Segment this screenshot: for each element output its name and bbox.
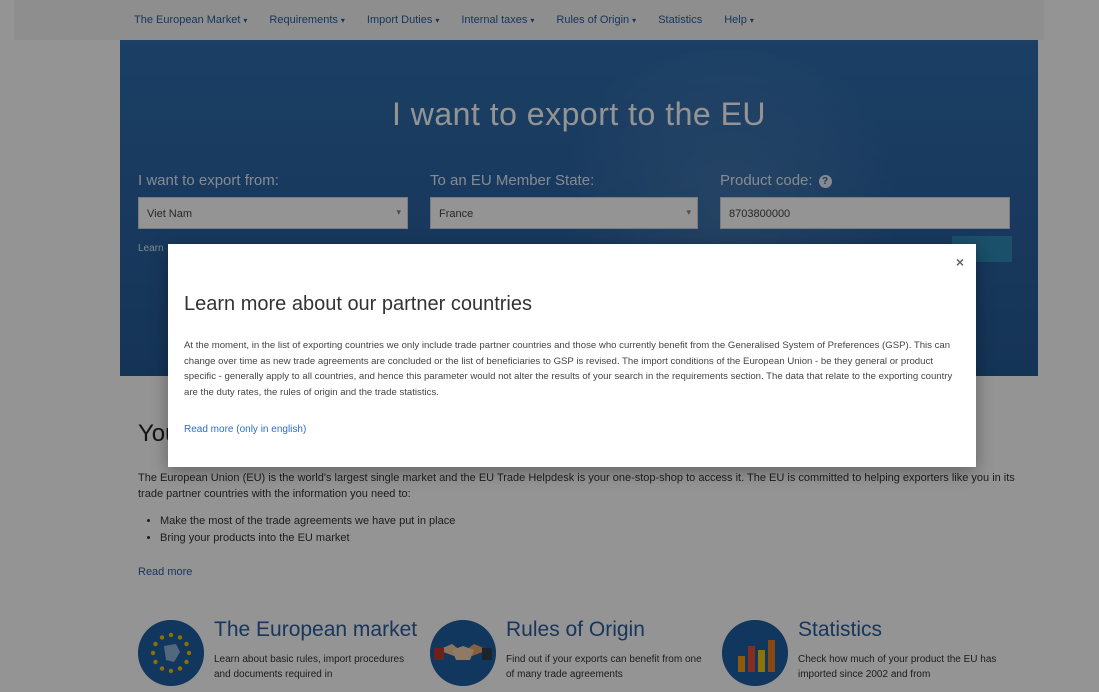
modal-title: Learn more about our partner countries bbox=[184, 293, 532, 315]
partner-countries-modal: × Learn more about our partner countries… bbox=[168, 244, 976, 467]
close-icon[interactable]: × bbox=[956, 254, 964, 270]
modal-body-text: At the moment, in the list of exporting … bbox=[184, 340, 953, 398]
read-more-english-link[interactable]: Read more (only in english) bbox=[184, 424, 306, 435]
